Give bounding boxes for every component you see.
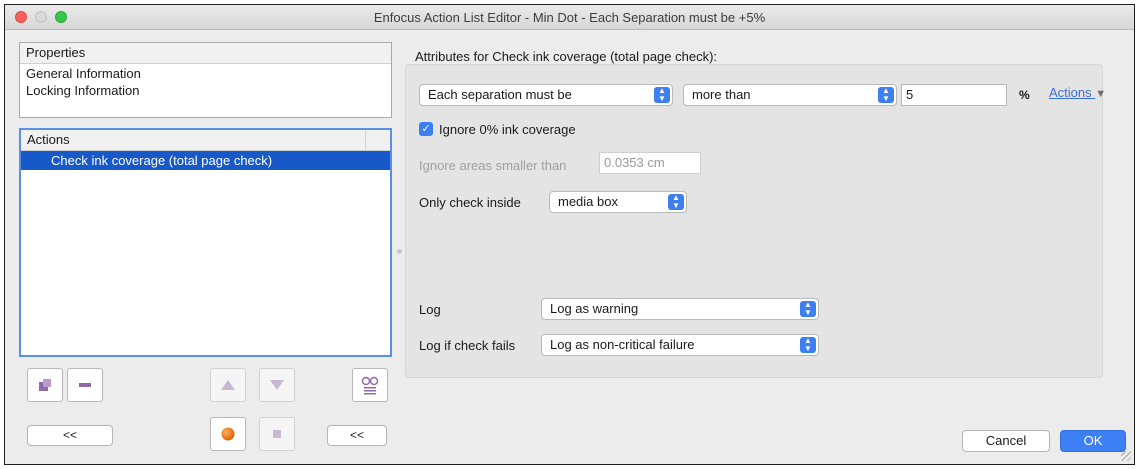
log-select[interactable]: Log as warning ▲ ▼ <box>541 298 819 320</box>
log-label: Log <box>419 302 441 317</box>
stepper-arrows-icon: ▲ ▼ <box>800 301 816 317</box>
triangle-down-icon: ▼ <box>1095 88 1107 100</box>
action-list-editor-window: Enfocus Action List Editor - Min Dot - E… <box>4 4 1135 465</box>
properties-header: Properties <box>20 43 391 64</box>
collapse-right-button[interactable]: << <box>327 425 387 446</box>
ignore-zero-checkbox[interactable]: ✓ <box>419 122 433 136</box>
actions-header: Actions <box>21 130 390 151</box>
log-fail-select[interactable]: Log as non-critical failure ▲ ▼ <box>541 334 819 356</box>
log-fail-select-value: Log as non-critical failure <box>550 337 695 352</box>
triangle-down-icon <box>270 380 284 390</box>
stepper-arrows-icon: ▲ ▼ <box>654 87 670 103</box>
remove-action-button[interactable] <box>67 368 103 402</box>
header-divider <box>365 130 366 150</box>
attributes-heading: Attributes for Check ink coverage (total… <box>415 49 718 64</box>
actions-header-label: Actions <box>27 132 70 147</box>
percent-unit: % <box>1019 88 1030 102</box>
only-check-label: Only check inside <box>419 195 521 210</box>
splitter-handle[interactable] <box>397 249 402 254</box>
collapse-left-button[interactable]: << <box>27 425 113 446</box>
ignore-areas-label: Ignore areas smaller than <box>419 158 567 173</box>
inspect-button[interactable] <box>352 368 388 402</box>
actions-link-label: Actions <box>1049 85 1092 100</box>
separation-select-value: Each separation must be <box>428 87 572 102</box>
stepper-arrows-icon: ▲ ▼ <box>878 87 894 103</box>
properties-item-locking[interactable]: Locking Information <box>20 81 391 100</box>
only-check-select[interactable]: media box ▲ ▼ <box>549 191 687 213</box>
duplicate-icon <box>39 379 51 391</box>
resize-grip[interactable] <box>1121 451 1131 461</box>
window-title: Enfocus Action List Editor - Min Dot - E… <box>373 10 766 25</box>
ignore-zero-label: Ignore 0% ink coverage <box>439 122 576 137</box>
checkmark-icon: ✓ <box>421 123 431 135</box>
record-icon <box>221 427 235 441</box>
only-check-select-value: media box <box>558 194 618 209</box>
move-up-button[interactable] <box>210 368 246 402</box>
cancel-button[interactable]: Cancel <box>962 430 1050 452</box>
stop-button[interactable] <box>259 417 295 451</box>
record-button[interactable] <box>210 417 246 451</box>
attributes-group <box>405 64 1103 378</box>
log-fail-label: Log if check fails <box>419 338 516 353</box>
glasses-list-icon <box>361 376 379 395</box>
stepper-arrows-icon: ▲ ▼ <box>668 194 684 210</box>
triangle-up-icon <box>221 380 235 390</box>
log-select-value: Log as warning <box>550 301 639 316</box>
separation-select[interactable]: Each separation must be ▲ ▼ <box>419 84 673 106</box>
ignore-areas-input[interactable]: 0.0353 cm <box>599 152 701 174</box>
stop-icon <box>273 430 281 438</box>
coverage-value-input[interactable]: 5 <box>901 84 1007 106</box>
properties-panel: Properties General Information Locking I… <box>19 42 392 118</box>
duplicate-action-button[interactable] <box>27 368 63 402</box>
title-bar: Enfocus Action List Editor - Min Dot - E… <box>5 5 1134 30</box>
ok-button[interactable]: OK <box>1060 430 1126 452</box>
minus-icon <box>79 383 91 387</box>
actions-panel: Actions Check ink coverage (total page c… <box>19 128 392 357</box>
stepper-arrows-icon: ▲ ▼ <box>800 337 816 353</box>
move-down-button[interactable] <box>259 368 295 402</box>
comparison-select-value: more than <box>692 87 751 102</box>
actions-link[interactable]: Actions ▼ <box>1049 85 1106 100</box>
comparison-select[interactable]: more than ▲ ▼ <box>683 84 897 106</box>
action-item-check-ink[interactable]: Check ink coverage (total page check) <box>21 151 390 170</box>
